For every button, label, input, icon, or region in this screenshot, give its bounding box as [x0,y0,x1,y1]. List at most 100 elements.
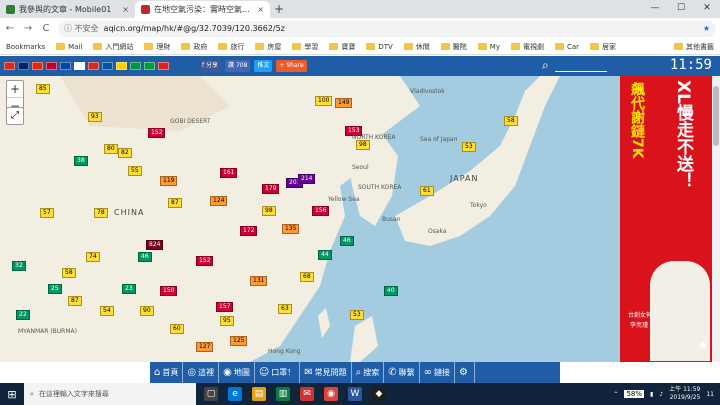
file-explorer-icon[interactable]: ▤ [252,387,266,401]
search-icon[interactable]: ⌕ [542,58,549,73]
addthis-share-button[interactable]: + Share [276,60,307,72]
aqi-station-marker[interactable]: 100 [315,96,333,106]
aqi-station-marker[interactable]: 152 [196,256,214,266]
language-flag-icon[interactable] [4,62,15,70]
language-flag-icon[interactable] [144,62,155,70]
aqi-station-marker[interactable]: 63 [278,304,292,314]
aqi-station-marker[interactable]: 125 [230,336,248,346]
aqi-station-marker[interactable]: 55 [128,166,142,176]
aqi-station-marker[interactable]: 46 [138,252,152,262]
bottom-nav-links[interactable]: ∞ 鏈接 [420,362,455,383]
language-flag-icon[interactable] [102,62,113,70]
language-flag-icon[interactable] [158,62,169,70]
aqi-station-marker[interactable]: 78 [94,208,108,218]
language-flag-icon[interactable] [60,62,71,70]
aqi-station-marker[interactable]: 68 [300,272,314,282]
aqi-station-marker[interactable]: 152 [148,128,166,138]
aqi-station-marker[interactable]: 32 [12,261,26,271]
aqi-station-marker[interactable]: 214 [298,174,316,184]
language-flag-icon[interactable] [46,62,57,70]
aqi-station-marker[interactable]: 58 [504,116,518,126]
aqi-station-marker[interactable]: 58 [62,268,76,278]
fullscreen-button[interactable]: ⤢ [6,107,24,125]
aqi-station-marker[interactable]: 172 [240,226,258,236]
aqi-station-marker[interactable]: 57 [40,208,54,218]
language-flag-icon[interactable] [32,62,43,70]
system-clock[interactable]: 上午 11:59 2019/9/25 [669,386,700,402]
url-input[interactable]: ⓘ 不安全 aqicn.org/map/hk/#@g/32.7039/120.3… [58,20,716,37]
reload-button[interactable]: C [40,23,52,34]
close-window-button[interactable]: ✕ [694,0,720,16]
maximize-button[interactable]: ☐ [668,0,694,16]
aqi-station-marker[interactable]: 46 [340,236,354,246]
aqi-station-marker[interactable]: 80 [104,144,118,154]
aqi-station-marker[interactable]: 149 [335,98,353,108]
aqi-station-marker[interactable]: 156 [312,206,330,216]
bookmark-item-dtv[interactable]: DTV [366,43,393,51]
bookmark-item-hospital[interactable]: 醫院 [440,42,467,52]
network-icon[interactable]: ▮ [650,391,653,398]
search-input[interactable] [555,71,607,72]
language-flag-icon[interactable] [130,62,141,70]
advertisement-banner[interactable]: 飆代謝鏈7K XL慢走不送！ 台創女神 李亮瑾 ★ [620,76,720,362]
aqi-station-marker[interactable]: 161 [220,168,238,178]
bottom-nav-settings[interactable]: ⚙ [455,362,475,383]
bookmark-item-government[interactable]: 政府 [181,42,207,52]
bookmark-item-other[interactable]: 其他書籤 [674,42,714,52]
aqi-station-marker[interactable]: 135 [282,224,300,234]
bookmark-item-travel[interactable]: 旅行 [218,42,244,52]
bottom-nav-contact[interactable]: ✆ 聯繫 [384,362,420,383]
task-view-icon[interactable]: ▢ [204,387,218,401]
bottom-nav-map[interactable]: ◉ 地圖 [219,362,255,383]
bottom-nav-mask[interactable]: ☺ 口罩！ [255,362,301,383]
aqi-station-marker[interactable]: 23 [122,284,136,294]
aqi-station-marker[interactable]: 124 [210,196,228,206]
bookmark-item-portal[interactable]: 入門網站 [93,42,133,52]
zoom-in-button[interactable]: + [7,81,23,97]
aqi-station-marker[interactable]: 150 [160,286,178,296]
minimize-button[interactable]: — [642,0,668,16]
chevron-up-icon[interactable]: ⌃ [613,391,618,398]
aqi-station-marker[interactable]: 131 [250,276,268,286]
aqi-station-marker[interactable]: 157 [216,302,234,312]
browser-tab-aqicn[interactable]: 在地空氣污染：實時空氣質量指數 × [135,1,270,18]
bookmark-star-icon[interactable]: ★ [703,24,710,33]
not-secure-badge[interactable]: ⓘ 不安全 [64,23,99,34]
ad-star-icon[interactable]: ★ [698,338,709,352]
language-flag-icon[interactable] [18,62,29,70]
bookmark-item-car[interactable]: Car [554,43,579,51]
language-flag-icon[interactable] [74,62,85,70]
facebook-share-button[interactable]: f 分享 [199,60,222,72]
new-tab-button[interactable]: + [274,2,284,16]
aqi-station-marker[interactable]: 98 [356,140,370,150]
windows-start-icon[interactable]: ⊞ [0,388,24,401]
aqi-station-marker[interactable]: 179 [262,184,280,194]
aqi-station-marker[interactable]: 824 [146,240,164,250]
close-tab-icon[interactable]: × [122,5,129,14]
forward-button[interactable]: → [22,23,34,34]
aqi-station-marker[interactable]: 82 [118,148,132,158]
aqi-station-marker[interactable]: 74 [86,252,100,262]
bookmark-item-house[interactable]: 房屋 [255,42,281,52]
aqi-station-marker[interactable]: 53 [462,142,476,152]
bookmark-item-finance[interactable]: 理財 [144,42,170,52]
bookmark-item-my[interactable]: My [477,43,500,51]
aqi-station-marker[interactable]: 25 [48,284,62,294]
bookmark-item-mail[interactable]: Mail [56,43,82,51]
browser-tab-mobile01[interactable]: 我參與的文章 - Mobile01 × [0,1,135,18]
bookmark-item-bookmarks[interactable]: Bookmarks [6,43,45,51]
aqi-station-marker[interactable]: 87 [68,296,82,306]
bottom-nav-home[interactable]: ⌂ 首頁 [150,362,184,383]
mail-icon[interactable]: ✉ [300,387,314,401]
volume-icon[interactable]: ♪ [659,391,663,398]
language-flag-icon[interactable] [88,62,99,70]
aqi-station-marker[interactable]: 22 [16,310,30,320]
bottom-nav-faq[interactable]: ✉ 常見問題 [300,362,352,383]
bookmark-item-drama[interactable]: 電視劇 [510,42,544,52]
app-icon[interactable]: ◆ [372,387,386,401]
bookmark-item-study[interactable]: 學習 [292,42,318,52]
page-scrollbar[interactable] [712,76,720,362]
aqi-station-marker[interactable]: 61 [420,186,434,196]
word-icon[interactable]: W [348,387,362,401]
aqi-station-marker[interactable]: 87 [168,198,182,208]
